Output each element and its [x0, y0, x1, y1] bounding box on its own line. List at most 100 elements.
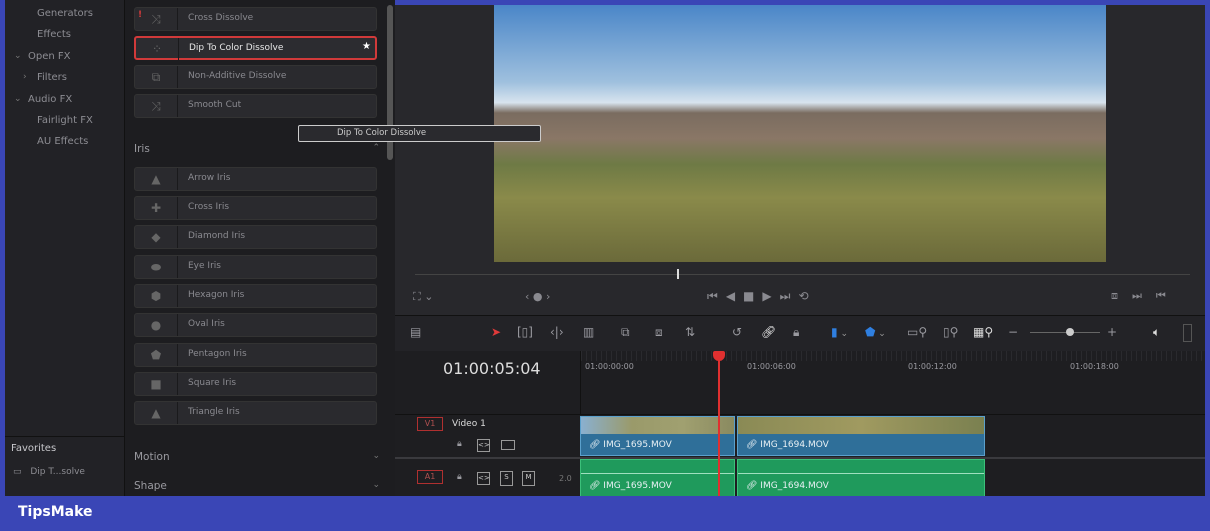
label: Filters	[37, 72, 67, 83]
section-iris[interactable]: Iris ⌃	[134, 143, 380, 155]
audio-clip[interactable]: 🔗︎ IMG_1695.MOV	[580, 459, 735, 497]
sidebar-item-effects[interactable]: Effects	[37, 29, 71, 40]
clip-thumbnail	[738, 417, 984, 434]
sidebar-item-fairlight-fx[interactable]: Fairlight FX	[37, 115, 93, 126]
zoom-custom-icon[interactable]: ▦⚲	[973, 325, 993, 339]
effect-hexagon-iris[interactable]: ⬢ Hexagon Iris	[134, 284, 377, 308]
effect-diamond-iris[interactable]: ◆ Diamond Iris	[134, 225, 377, 249]
zoom-slider-thumb[interactable]	[1066, 328, 1074, 336]
effect-oval-iris[interactable]: ● Oval Iris	[134, 313, 377, 337]
label: Non-Additive Dissolve	[188, 71, 287, 81]
label: Cross Dissolve	[188, 13, 254, 23]
scrubber-playhead[interactable]	[677, 269, 679, 279]
effect-arrow-iris[interactable]: ▲ Arrow Iris	[134, 167, 377, 191]
sidebar-item-open-fx[interactable]: ⌄ Open FX	[14, 51, 71, 62]
lock-icon[interactable]: 🔒︎	[793, 325, 799, 340]
zoom-in-icon[interactable]: +	[1107, 325, 1117, 339]
stop-icon[interactable]: ■	[743, 289, 762, 303]
effect-square-iris[interactable]: ■ Square Iris	[134, 372, 377, 396]
auto-select-icon[interactable]: <>	[477, 439, 490, 452]
insert-clip-icon[interactable]: ⧉	[621, 325, 630, 340]
warning-icon: !	[138, 10, 143, 20]
effect-cross-dissolve[interactable]: ⤨! Cross Dissolve	[134, 7, 377, 31]
playhead-line[interactable]	[718, 359, 720, 496]
video-clip[interactable]: 🔗︎ IMG_1695.MOV	[580, 416, 735, 456]
play-icon[interactable]: ▶	[762, 289, 779, 303]
dip-dissolve-icon: ⁘	[136, 38, 179, 60]
track-name[interactable]: Video 1	[452, 419, 486, 429]
solo-button[interactable]: S	[500, 471, 513, 486]
selection-pointer-icon[interactable]: ➤	[491, 325, 501, 339]
zoom-slider[interactable]	[1030, 332, 1100, 333]
label: IMG_1695.MOV	[603, 440, 672, 450]
non-additive-icon: ⧉	[135, 66, 178, 88]
label: IMG_1694.MOV	[760, 440, 829, 450]
effect-triangle-iris[interactable]: ▲ Triangle Iris	[134, 401, 377, 425]
loop-icon[interactable]: ⟲	[798, 289, 816, 303]
section-shape[interactable]: Shape ⌄	[134, 480, 380, 492]
track-badge-a1[interactable]: A1	[417, 470, 443, 484]
zoom-out-icon[interactable]: −	[1008, 325, 1018, 339]
effect-cross-iris[interactable]: ✚ Cross Iris	[134, 196, 377, 220]
dynamic-trim-icon[interactable]: ‹|›	[550, 325, 564, 339]
viewer-panel: ⛶ ⌄ ‹ ● › ⏮◀■▶⏭⟲ ⧈⏭⏮	[395, 5, 1205, 315]
pentagon-iris-icon: ⬟	[135, 344, 178, 366]
label: Shape	[134, 480, 167, 492]
transition-icon: ▭	[13, 467, 25, 477]
effect-pentagon-iris[interactable]: ⬟ Pentagon Iris	[134, 343, 377, 367]
cross-iris-icon: ✚	[135, 197, 178, 219]
favorite-item[interactable]: ▭ Dip T...solve	[13, 467, 85, 477]
mute-button[interactable]: M	[522, 471, 535, 486]
track-lock-icon[interactable]: 🔒︎	[457, 439, 462, 449]
clip-name: 🔗︎ IMG_1695.MOV	[589, 481, 672, 491]
marker-icon[interactable]: ⬟ ⌄	[865, 325, 886, 339]
skip-start-icon[interactable]: ⏮	[707, 289, 726, 303]
flag-icon[interactable]: ▮ ⌄	[831, 325, 848, 339]
effect-non-additive-dissolve[interactable]: ⧉ Non-Additive Dissolve	[134, 65, 377, 89]
triangle-iris-icon: ▲	[135, 402, 178, 424]
prev-edit-icon[interactable]: ⏮	[1156, 289, 1180, 302]
section-motion[interactable]: Motion ⌄	[134, 451, 380, 463]
effect-eye-iris[interactable]: ⬬ Eye Iris	[134, 255, 377, 279]
track-visibility-icon[interactable]	[501, 440, 515, 450]
play-reverse-icon[interactable]: ◀	[726, 289, 743, 303]
video-clip[interactable]: 🔗︎ IMG_1694.MOV	[737, 416, 985, 456]
audio-clip[interactable]: 🔗︎ IMG_1694.MOV	[737, 459, 985, 497]
link-icon[interactable]: 🔗︎	[761, 325, 776, 339]
skip-end-icon[interactable]: ⏭	[780, 289, 799, 303]
track-lock-icon[interactable]: 🔒︎	[457, 472, 462, 482]
clip-name: 🔗︎ IMG_1694.MOV	[746, 481, 829, 491]
label: Pentagon Iris	[188, 349, 247, 359]
trim-icon[interactable]: [▯]	[517, 325, 533, 339]
label: Eye Iris	[188, 261, 221, 271]
match-frame-icon[interactable]: ⧈	[1111, 289, 1132, 302]
auto-select-icon[interactable]: <>	[477, 472, 490, 485]
zoom-detail-icon[interactable]: ▯⚲	[943, 325, 958, 339]
effect-smooth-cut[interactable]: ⤨ Smooth Cut	[134, 94, 377, 118]
effect-dip-to-color-dissolve[interactable]: ⁘ Dip To Color Dissolve ★	[134, 36, 377, 60]
overwrite-clip-icon[interactable]: ⧈	[655, 325, 663, 340]
snapping-icon[interactable]: ↺	[732, 325, 742, 339]
volume-icon[interactable]: 🔈︎	[1153, 325, 1160, 340]
blade-icon[interactable]: ▥	[583, 325, 594, 339]
hexagon-iris-icon: ⬢	[135, 285, 178, 307]
layout-icon[interactable]: ▤	[410, 325, 421, 339]
sidebar-item-au-effects[interactable]: AU Effects	[37, 136, 88, 147]
transport-controls[interactable]: ⏮◀■▶⏭⟲	[707, 289, 817, 304]
sidebar-item-audio-fx[interactable]: ⌄ Audio FX	[14, 94, 72, 105]
page-dots-icon[interactable]: ‹ ● ›	[525, 290, 550, 303]
viewer-options-icon[interactable]: ⛶ ⌄	[413, 290, 433, 304]
watermark-bar: TipsMake	[0, 496, 1210, 531]
label: Iris	[134, 143, 150, 155]
timeline-ruler[interactable]: 01:00:00:00 01:00:06:00 01:00:12:00 01:0…	[580, 351, 1205, 415]
sidebar-item-filters[interactable]: › Filters	[23, 72, 67, 83]
replace-clip-icon[interactable]: ⇅	[685, 325, 695, 339]
zoom-full-icon[interactable]: ▭⚲	[907, 325, 927, 339]
label: Open FX	[28, 51, 71, 62]
favorites-title: Favorites	[11, 443, 57, 454]
track-badge-v1[interactable]: V1	[417, 417, 443, 431]
favorite-star-icon[interactable]: ★	[362, 41, 371, 52]
scrubber-track[interactable]	[415, 274, 1190, 275]
sidebar-item-generators[interactable]: Generators	[37, 8, 93, 19]
next-edit-icon[interactable]: ⏭	[1132, 289, 1156, 302]
